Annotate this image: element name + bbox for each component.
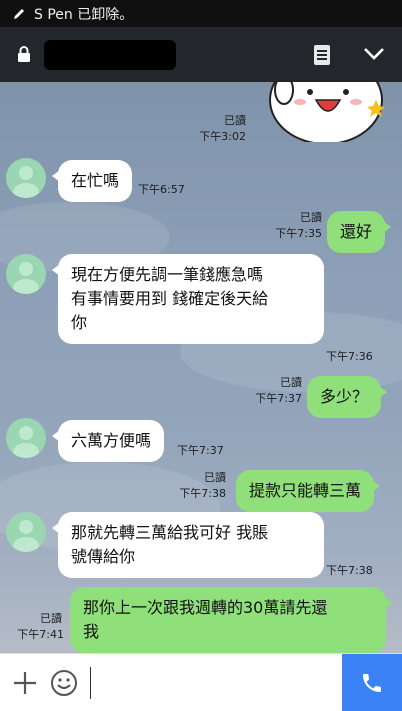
default-avatar-icon <box>13 520 39 552</box>
outgoing-message-bubble[interactable]: 那你上一次跟我週轉的30萬請先還 我 <box>70 587 392 653</box>
message-time: 下午6:57 <box>138 183 185 196</box>
default-avatar-icon <box>13 426 39 458</box>
message-time: 下午7:37 <box>255 392 302 405</box>
read-receipt: 已讀 <box>224 114 246 127</box>
message-time: 下午3:02 <box>199 130 246 143</box>
message-line: 那你上一次跟我週轉的30萬請先還 <box>83 598 328 617</box>
message-input-bar <box>0 653 402 711</box>
avatar[interactable] <box>6 254 46 294</box>
incoming-message-bubble[interactable]: 在忙嗎 <box>51 160 133 202</box>
sticker-image[interactable] <box>266 82 386 142</box>
chevron-down-icon[interactable] <box>363 46 385 62</box>
message-time: 下午7:36 <box>326 350 373 363</box>
pen-icon <box>14 8 24 19</box>
message-line: 有事情要用到 錢確定後天給 <box>71 289 269 308</box>
message-time: 下午7:37 <box>177 444 224 457</box>
status-notification: S Pen 已卸除。 <box>34 6 134 23</box>
phone-icon <box>363 674 381 692</box>
message-time: 下午7:35 <box>275 227 322 240</box>
avatar[interactable] <box>6 158 46 198</box>
call-button[interactable] <box>342 654 402 711</box>
message-line: 你 <box>71 313 88 332</box>
incoming-message-bubble[interactable]: 六萬方便嗎 <box>51 420 165 462</box>
message-line: 號傳給你 <box>71 547 136 566</box>
avatar[interactable] <box>6 418 46 458</box>
plus-icon[interactable] <box>12 670 38 696</box>
chat-title[interactable]: (redacted) <box>44 40 176 70</box>
read-receipt: 已讀 <box>280 376 302 389</box>
read-receipt: 已讀 <box>40 612 62 625</box>
message-time: 下午7:38 <box>179 487 226 500</box>
read-receipt: 已讀 <box>300 211 322 224</box>
incoming-message-bubble[interactable]: 那就先轉三萬給我可好 我賬 號傳給你 <box>52 512 324 578</box>
avatar[interactable] <box>6 512 46 552</box>
message-line: 現在方便先調一筆錢應急嗎 <box>71 265 264 284</box>
outgoing-message-bubble[interactable]: 提款只能轉三萬 <box>236 470 381 512</box>
incoming-message-bubble[interactable]: 現在方便先調一筆錢應急嗎 有事情要用到 錢確定後天給 你 <box>52 254 324 344</box>
chat-area[interactable]: 已讀 下午3:02 在忙嗎 下午6:57 已讀 下午7:35 還好 現在方便先調… <box>0 82 402 653</box>
default-avatar-icon <box>13 166 39 198</box>
outgoing-message-bubble[interactable]: 還好 <box>327 211 392 253</box>
note-icon[interactable] <box>312 44 332 66</box>
chat-header: (redacted) <box>0 27 402 82</box>
message-input[interactable] <box>96 662 336 704</box>
message-line: 我 <box>83 622 100 641</box>
message-time: 下午7:41 <box>17 628 64 641</box>
default-avatar-icon <box>13 262 39 294</box>
message-time: 下午7:38 <box>326 564 373 577</box>
status-bar: S Pen 已卸除。 <box>0 0 402 27</box>
lock-icon <box>18 46 30 62</box>
text-cursor <box>90 667 91 699</box>
message-line: 那就先轉三萬給我可好 我賬 <box>71 523 269 542</box>
emoji-icon[interactable] <box>50 669 78 697</box>
outgoing-message-bubble[interactable]: 多少？ <box>307 376 388 418</box>
read-receipt: 已讀 <box>204 471 226 484</box>
